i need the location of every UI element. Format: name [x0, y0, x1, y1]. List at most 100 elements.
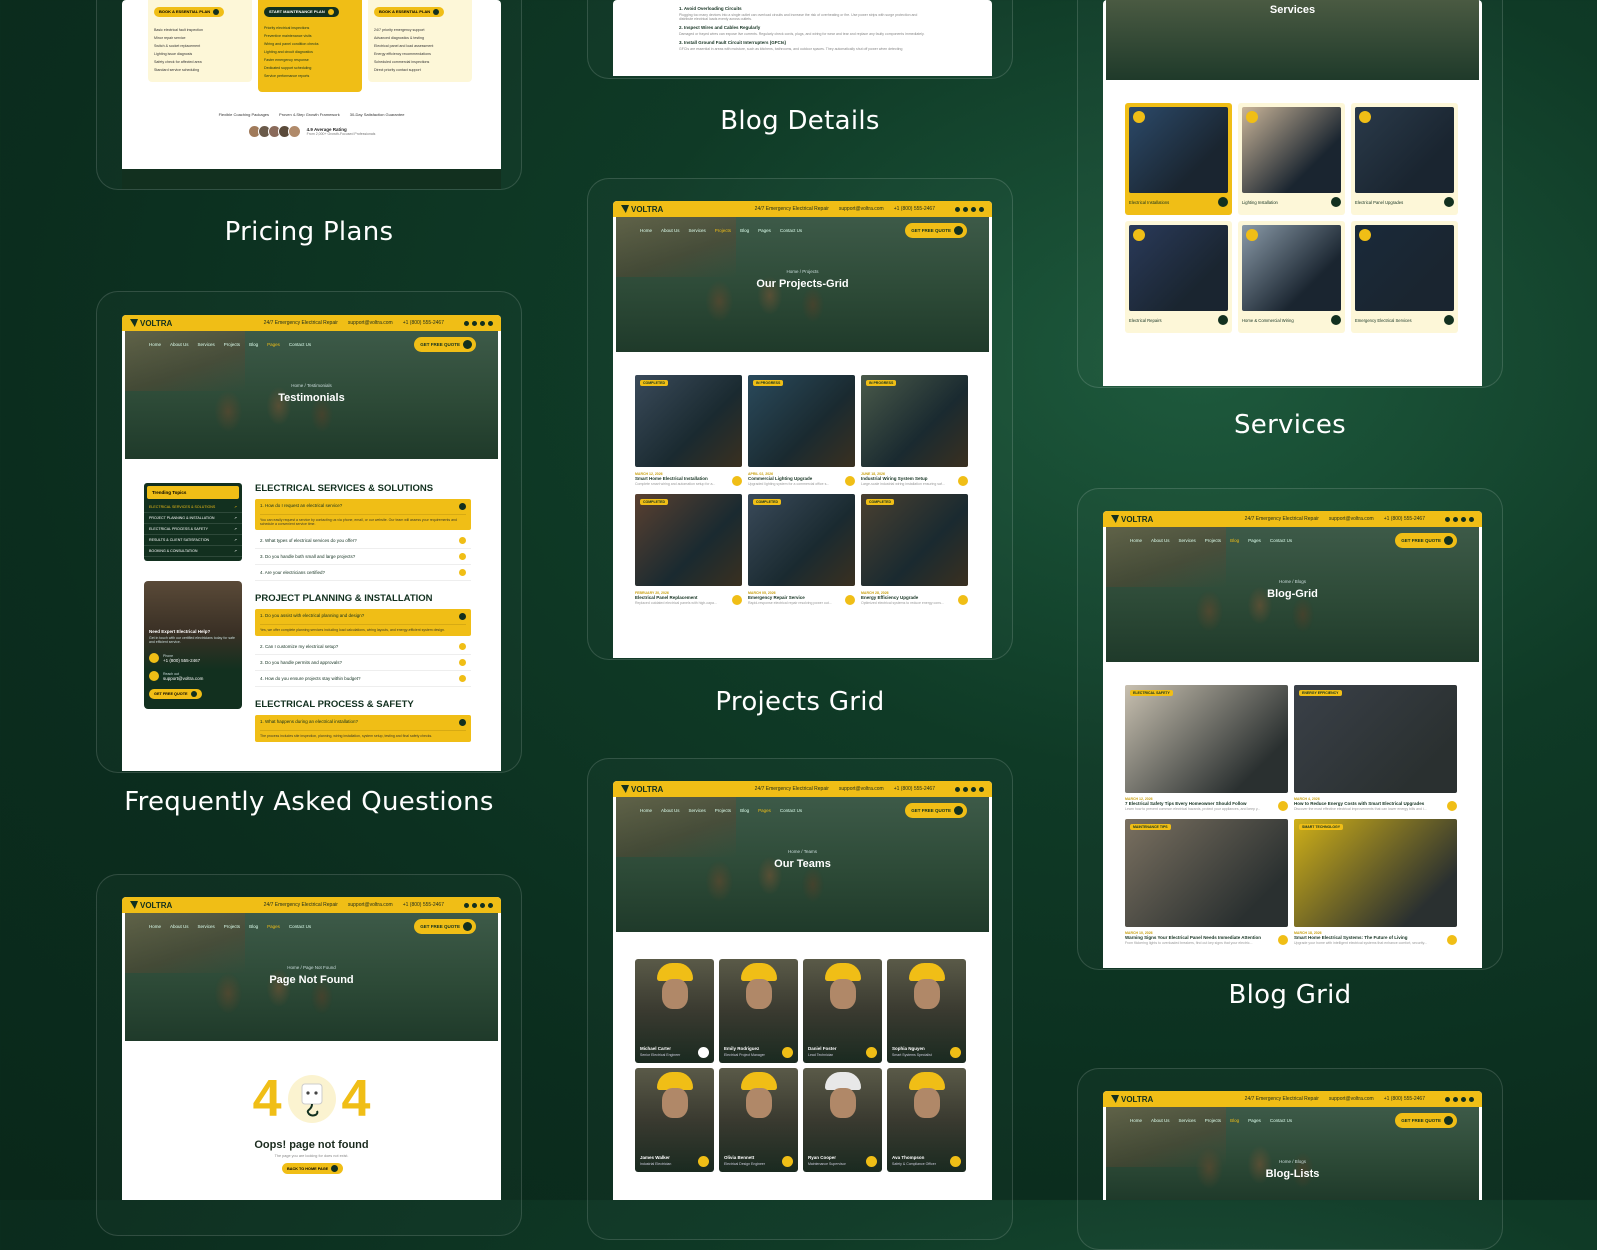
social-icons[interactable] — [955, 206, 984, 212]
faq-item[interactable]: 2. Can I customize my electrical setup? — [255, 639, 471, 655]
arrow-icon[interactable] — [845, 476, 855, 486]
collapse-icon[interactable] — [459, 503, 466, 510]
main-nav[interactable]: Home About Us Services Projects Blog Pages Con… — [149, 337, 476, 352]
service-title[interactable]: Electrical Installations — [1129, 200, 1169, 205]
brand-logo[interactable]: VOLTRA — [1111, 1095, 1153, 1104]
expand-icon[interactable] — [459, 569, 466, 576]
expand-icon[interactable] — [459, 553, 466, 560]
service-title[interactable]: Electrical Panel Upgrades — [1355, 200, 1403, 205]
teams-screenshot[interactable]: VOLTRA 24/7 Emergency Electrical Repair s… — [613, 781, 992, 1200]
brand-logo[interactable]: VOLTRA — [1111, 515, 1153, 524]
topics-list[interactable]: ELECTRICAL SERVICES & SOLUTIONS ↗ PROJECT … — [144, 502, 242, 557]
projects-screenshot[interactable]: VOLTRA 24/7 Emergency Electrical Repair s… — [613, 201, 992, 658]
faq-item-open[interactable]: 1. Do you assist with electrical plannin… — [255, 609, 471, 636]
share-icon[interactable] — [950, 1047, 961, 1058]
team-card[interactable]: Daniel Foster Lead Technician — [803, 959, 882, 1063]
faq-screenshot[interactable]: VOLTRA 24/7 Emergency Electrical Repair s… — [122, 315, 501, 771]
help-phone[interactable]: +1 (800) 555-2467 — [163, 658, 200, 663]
faq-item[interactable]: 4. How do you ensure projects stay withi… — [255, 671, 471, 687]
main-nav[interactable]: Home About Us Services Projects Blog Pages Con… — [1130, 533, 1457, 548]
get-quote-button[interactable]: GET FREE QUOTE — [905, 803, 967, 818]
blog-grid-screenshot[interactable]: VOLTRA 24/7 Emergency Electrical Repair s… — [1103, 511, 1482, 968]
topic-item[interactable]: ELECTRICAL SERVICES & SOLUTIONS ↗ — [144, 502, 242, 513]
get-quote-button[interactable]: GET FREE QUOTE — [1395, 1113, 1457, 1128]
arrow-icon[interactable] — [732, 476, 742, 486]
arrow-icon[interactable] — [1278, 801, 1288, 811]
expand-icon[interactable] — [459, 675, 466, 682]
team-card[interactable]: Michael Carter Senior Electrical Engineer — [635, 959, 714, 1063]
faq-item[interactable]: 2. What types of electrical services do … — [255, 533, 471, 549]
main-nav[interactable]: Home About Us Services Projects Blog Pages Con… — [640, 803, 967, 818]
arrow-icon[interactable] — [1444, 315, 1454, 325]
help-email[interactable]: support@voltra.com — [163, 676, 203, 681]
blog-card[interactable]: ELECTRICAL SAFETY MARCH 12, 2026 7 Electri… — [1125, 685, 1288, 811]
project-title[interactable]: Commercial Lighting Upgrade — [748, 476, 829, 481]
project-card[interactable]: COMPLETED FEBRUARY 20, 2026 Electrical Pan… — [635, 494, 742, 605]
expand-icon[interactable] — [459, 537, 466, 544]
faq-item-open[interactable]: 1. What happens during an electrical ins… — [255, 715, 471, 742]
plan-button-basic[interactable]: BOOK A ESSENTIAL PLAN — [154, 6, 225, 17]
team-card[interactable]: Olivia Bennett Electrical Design Engineer — [719, 1068, 798, 1172]
get-quote-button[interactable]: GET FREE QUOTE — [1395, 533, 1457, 548]
share-icon[interactable] — [698, 1047, 709, 1058]
get-quote-button[interactable]: GET FREE QUOTE — [414, 919, 476, 934]
expand-icon[interactable] — [459, 659, 466, 666]
pricing-screenshot[interactable]: BOOK A ESSENTIAL PLAN Basic electrical f… — [122, 0, 501, 189]
project-card[interactable]: IN PROGRESS APRIL 02, 2026 Commercial Ligh… — [748, 375, 855, 486]
faq-item[interactable]: 3. Do you handle both small and large pr… — [255, 549, 471, 565]
project-title[interactable]: Smart Home Electrical Installation — [635, 476, 715, 481]
notfound-screenshot[interactable]: VOLTRA 24/7 Emergency Electrical Repair s… — [122, 897, 501, 1200]
main-nav[interactable]: Home About Us Services Projects Blog Pages Con… — [149, 919, 476, 934]
social-icons[interactable] — [1445, 1096, 1474, 1102]
blog-card[interactable]: SMART TECHNOLOGY MARCH 18, 2026 Smart Home… — [1294, 819, 1457, 945]
topic-item[interactable]: RESULTS & CLIENT SATISFACTION ↗ — [144, 535, 242, 546]
plan-button-maintenance[interactable]: START MAINTENANCE PLAN — [264, 6, 339, 17]
services-screenshot[interactable]: Services Electrical Installations Lightin… — [1103, 0, 1482, 386]
topic-item[interactable]: BOOKING & CONSULTATION ↗ — [144, 546, 242, 557]
share-icon[interactable] — [866, 1047, 877, 1058]
service-title[interactable]: Home & Commercial Wiring — [1242, 318, 1294, 323]
service-card[interactable]: Lighting Installation — [1238, 103, 1345, 215]
service-card[interactable]: Electrical Installations — [1125, 103, 1232, 215]
blog-card[interactable]: MAINTENANCE TIPS MARCH 10, 2026 Warning Si… — [1125, 819, 1288, 945]
back-home-button[interactable]: BACK TO HOME PAGE — [282, 1163, 344, 1174]
team-card[interactable]: Ava Thompson Safety & Compliance Officer — [887, 1068, 966, 1172]
post-title[interactable]: 7 Electrical Safety Tips Every Homeowner… — [1125, 801, 1260, 806]
share-icon[interactable] — [782, 1047, 793, 1058]
brand-logo[interactable]: VOLTRA — [621, 205, 663, 214]
project-card[interactable]: COMPLETED MARCH 28, 2026 Energy Efficiency… — [861, 494, 968, 605]
project-card[interactable]: COMPLETED MARCH 05, 2026 Emergency Repair … — [748, 494, 855, 605]
project-title[interactable]: Emergency Repair Service — [748, 595, 832, 600]
blog-list-screenshot[interactable]: VOLTRA 24/7 Emergency Electrical Repair s… — [1103, 1091, 1482, 1200]
brand-logo[interactable]: VOLTRA — [621, 785, 663, 794]
project-card[interactable]: COMPLETED MARCH 12, 2026 Smart Home Electr… — [635, 375, 742, 486]
faq-item-open[interactable]: 1. How do I request an electrical servic… — [255, 499, 471, 530]
collapse-icon[interactable] — [459, 613, 466, 620]
arrow-icon[interactable] — [958, 595, 968, 605]
arrow-icon[interactable] — [1218, 315, 1228, 325]
collapse-icon[interactable] — [459, 719, 466, 726]
team-card[interactable]: Emily Rodriguez Electrical Project Manage… — [719, 959, 798, 1063]
topic-item[interactable]: PROJECT PLANNING & INSTALLATION ↗ — [144, 513, 242, 524]
share-icon[interactable] — [782, 1156, 793, 1167]
expand-icon[interactable] — [459, 643, 466, 650]
share-icon[interactable] — [866, 1156, 877, 1167]
project-card[interactable]: IN PROGRESS JUNE 18, 2026 Industrial Wirin… — [861, 375, 968, 486]
service-card[interactable]: Electrical Repairs — [1125, 221, 1232, 333]
social-icons[interactable] — [955, 786, 984, 792]
project-title[interactable]: Energy Efficiency Upgrade — [861, 595, 944, 600]
get-quote-button[interactable]: GET FREE QUOTE — [905, 223, 967, 238]
share-icon[interactable] — [950, 1156, 961, 1167]
arrow-icon[interactable] — [1447, 935, 1457, 945]
arrow-icon[interactable] — [845, 595, 855, 605]
arrow-icon[interactable] — [1444, 197, 1454, 207]
social-icons[interactable] — [464, 320, 493, 326]
arrow-icon[interactable] — [732, 595, 742, 605]
blog-card[interactable]: ENERGY EFFICIENCY MARCH 4, 2026 How to Red… — [1294, 685, 1457, 811]
post-title[interactable]: Smart Home Electrical Systems: The Futur… — [1294, 935, 1427, 940]
main-nav[interactable]: Home About Us Services Projects Blog Pages Con… — [1130, 1113, 1457, 1128]
arrow-icon[interactable] — [1447, 801, 1457, 811]
project-title[interactable]: Electrical Panel Replacement — [635, 595, 717, 600]
topic-item[interactable]: ELECTRICAL PROCESS & SAFETY ↗ — [144, 524, 242, 535]
blog-details-screenshot[interactable]: 1. Avoid Overloading Circuits Plugging t… — [613, 0, 992, 76]
